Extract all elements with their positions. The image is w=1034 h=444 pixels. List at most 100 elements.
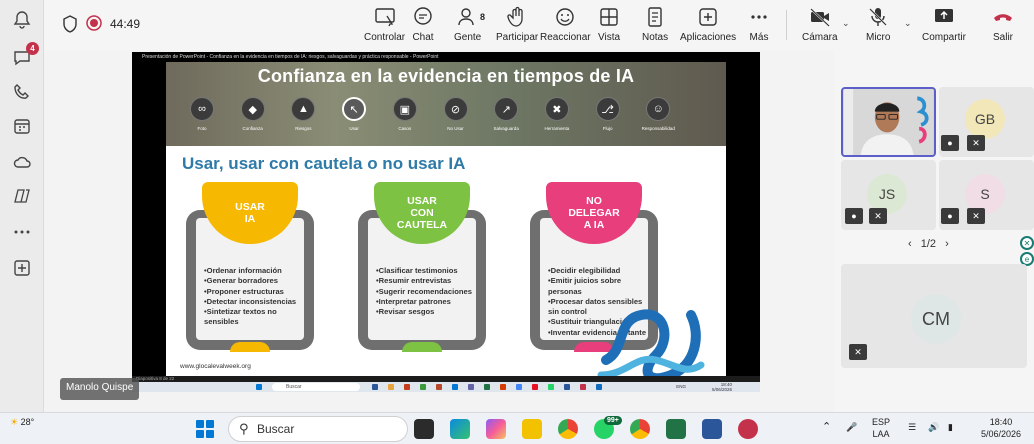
mic-off-icon: ✕ [869, 208, 887, 224]
ban-icon[interactable]: ⊘ [443, 97, 468, 121]
remote-app-icon [548, 384, 554, 390]
avatar: CM [911, 294, 961, 344]
participants-pager: ‹ 1/2 › [908, 238, 949, 250]
slide: Confianza en la evidencia en tiempos de … [166, 62, 726, 376]
card-list: Ordenar información Generar borradores P… [204, 266, 310, 328]
camera-options-chevron-icon[interactable]: ⌄ [842, 18, 850, 29]
camera-button[interactable]: Cámara [802, 6, 838, 46]
card-usar-con-cautela: USAR CON CAUTELA Clasificar testimonios … [358, 182, 486, 352]
cursor-icon[interactable]: ↖ [342, 97, 367, 121]
bell-icon[interactable] [10, 8, 34, 32]
next-page-chevron-icon[interactable]: › [945, 238, 949, 250]
raise-hand-button[interactable]: Participar [496, 6, 538, 46]
app-rail: 4 [0, 0, 44, 412]
excel-icon[interactable] [666, 419, 686, 439]
apps-button[interactable]: Aplicaciones [680, 6, 736, 46]
avatar: GB [965, 99, 1005, 139]
volume-icon[interactable]: 🔊 [928, 421, 939, 433]
list-item: Revisar sesgos [376, 307, 482, 317]
presenter-name-tag: Manolo Quispe [60, 378, 140, 400]
shield-icon[interactable]: ◆ [240, 97, 265, 121]
mic-tray-icon[interactable]: 🎤 [846, 421, 857, 433]
prev-page-chevron-icon[interactable]: ‹ [908, 238, 912, 250]
tray-chevron-icon[interactable]: ⌃ [822, 421, 831, 433]
remote-app-icon [468, 384, 474, 390]
chat-button[interactable]: Chat [412, 6, 434, 46]
copilot-icon[interactable] [10, 184, 34, 208]
more-button[interactable]: Más [748, 6, 770, 46]
control-button[interactable]: Controlar [364, 6, 405, 46]
word-icon[interactable] [702, 419, 722, 439]
edge-icon[interactable] [450, 419, 470, 439]
list-item: Interpretar patrones [376, 297, 482, 307]
remote-app-icon [580, 384, 586, 390]
remote-lang: ENG [676, 384, 686, 389]
security-shield-icon[interactable] [62, 15, 78, 33]
close-overlay-icon[interactable]: ✕ [1020, 236, 1034, 250]
mic-off-icon: ✕ [967, 135, 985, 151]
participant-tile[interactable]: JS ● ✕ [841, 160, 936, 230]
mic-button[interactable]: Micro [866, 6, 890, 46]
weather-widget[interactable]: ☀ 28° [10, 417, 34, 428]
react-button[interactable]: Reaccionar [540, 6, 591, 46]
shared-screen: Presentación de PowerPoint - Confianza e… [132, 52, 760, 392]
remote-start-icon [256, 384, 262, 390]
more-apps-icon[interactable] [10, 220, 34, 244]
briefcase-icon[interactable]: ▣ [392, 97, 417, 121]
remote-app-icon [500, 384, 506, 390]
copilot-app-icon[interactable] [486, 419, 506, 439]
add-app-icon[interactable] [10, 256, 34, 280]
remote-app-icon [372, 384, 378, 390]
powerpoint-window-title: Presentación de PowerPoint - Confianza e… [132, 52, 760, 62]
flow-icon[interactable]: ⎇ [595, 97, 620, 121]
file-explorer-icon[interactable] [522, 419, 542, 439]
chrome-profile-icon[interactable] [630, 419, 650, 439]
card-knob [402, 342, 442, 352]
decorative-swirl-graphic [597, 309, 705, 376]
phone-icon[interactable] [10, 80, 34, 104]
start-button[interactable] [196, 420, 214, 438]
calendar-icon[interactable] [10, 114, 34, 138]
remote-app-icon [388, 384, 394, 390]
slide-title: Confianza en la evidencia en tiempos de … [257, 66, 635, 86]
remote-app-icon [452, 384, 458, 390]
whatsapp-icon[interactable]: 99+ [594, 416, 622, 439]
remote-app-icon [596, 384, 602, 390]
windows-taskbar: ☀ 28° ⚲ Buscar 99+ ⌃ 🎤 ESP LAA ☰ 🔊 ▮ 18:… [0, 412, 1034, 444]
link-icon[interactable]: ∞ [190, 97, 214, 121]
pinned-icon: ● [941, 135, 959, 151]
weather-sun-icon: ☀ [10, 417, 19, 427]
system-clock[interactable]: 18:40 5/06/2026 [974, 416, 1028, 440]
list-item: Detectar inconsistencias [204, 297, 310, 307]
share-button[interactable]: Compartir [922, 6, 966, 46]
wifi-icon[interactable]: ☰ [908, 421, 916, 433]
view-button[interactable]: Vista [598, 6, 620, 46]
participant-tile[interactable]: S ● ✕ [939, 160, 1034, 230]
task-view-icon[interactable] [414, 419, 434, 439]
battery-icon[interactable]: ▮ [948, 421, 953, 433]
tools-icon[interactable]: ✖ [544, 97, 569, 121]
mic-options-chevron-icon[interactable]: ⌄ [904, 18, 912, 29]
taskbar-search[interactable]: ⚲ Buscar [228, 416, 408, 442]
whatsapp-badge: 99+ [604, 416, 622, 425]
leave-button[interactable]: Salir [992, 6, 1014, 46]
participant-tile-large[interactable]: CM ✕ [841, 264, 1027, 368]
notes-button[interactable]: Notas [642, 6, 668, 46]
list-item: Clasificar testimonios [376, 266, 482, 276]
recording-icon [86, 15, 102, 31]
input-language[interactable]: ESP LAA [872, 416, 890, 440]
list-item: Sugerir recomendaciones [376, 287, 482, 297]
people-button[interactable]: 8 Gente [454, 6, 485, 46]
meeting-timer: 44:49 [110, 17, 141, 31]
recording-app-icon[interactable] [738, 419, 758, 439]
chart-icon[interactable]: ↗ [494, 97, 519, 121]
chrome-icon[interactable] [558, 419, 578, 439]
remote-search-box: Buscar [272, 383, 360, 391]
people-icon [457, 8, 474, 26]
toolbar-divider [786, 10, 787, 40]
chat-rail-icon[interactable]: 4 [10, 42, 39, 70]
remote-app-icon [516, 384, 522, 390]
self-video-tile[interactable] [841, 87, 936, 157]
cloud-icon[interactable] [10, 150, 34, 174]
participant-tile[interactable]: GB ● ✕ [939, 87, 1034, 157]
